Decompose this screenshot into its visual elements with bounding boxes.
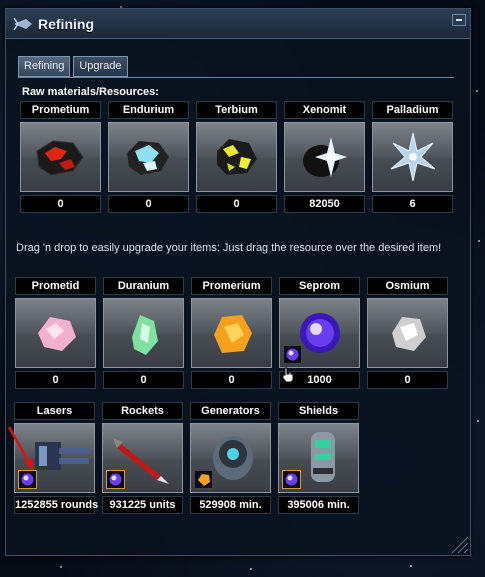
resource-endurium[interactable]: Endurium 0 (108, 101, 189, 213)
tab-refining[interactable]: Refining (18, 56, 71, 77)
resource-count: 0 (103, 371, 184, 389)
promerium-crystal-icon[interactable] (191, 298, 272, 368)
terbium-ore-icon[interactable] (196, 122, 277, 192)
upgrade-rockets[interactable]: Rockets 931225 units (102, 402, 183, 514)
upgrade-slot-promerium[interactable] (194, 470, 213, 489)
resource-prometid[interactable]: Prometid 0 (15, 277, 96, 389)
upgrade-count: 529908 min. (190, 496, 271, 514)
xenomit-ore-icon[interactable] (284, 122, 365, 192)
prometid-crystal-icon[interactable] (15, 298, 96, 368)
raw-materials-label: Raw materials/Resources: (22, 86, 159, 98)
endurium-ore-icon[interactable] (108, 122, 189, 192)
resource-name: Palladium (372, 101, 453, 119)
tab-bar: Refining Upgrade (18, 56, 128, 77)
tab-underline (18, 77, 454, 78)
upgrade-slot-seprom[interactable] (282, 470, 301, 489)
upgrade-name: Lasers (14, 402, 95, 420)
resource-xenomit[interactable]: Xenomit 82050 (284, 101, 365, 213)
resource-palladium[interactable]: Palladium 6 (372, 101, 453, 213)
duranium-crystal-icon[interactable] (103, 298, 184, 368)
resource-prometium[interactable]: Prometium 0 (20, 101, 101, 213)
rocket-icon[interactable] (102, 423, 183, 493)
seprom-orb-icon[interactable] (279, 298, 360, 368)
upgrade-generators[interactable]: Generators 529908 min. (190, 402, 271, 514)
prometium-ore-icon[interactable] (20, 122, 101, 192)
resource-name: Duranium (103, 277, 184, 295)
upgrade-count: 1252855 rounds (14, 496, 98, 514)
minimize-button[interactable] (452, 14, 466, 26)
resource-name: Xenomit (284, 101, 365, 119)
upgrade-name: Shields (278, 402, 359, 420)
spaceship-icon (13, 17, 32, 31)
resource-count: 0 (367, 371, 448, 389)
hand-cursor-icon (282, 367, 294, 383)
resource-count: 0 (196, 195, 277, 213)
shield-generator-icon[interactable] (278, 423, 359, 493)
resource-name: Osmium (367, 277, 448, 295)
upgrade-slot-seprom[interactable] (18, 470, 37, 489)
resource-count: 0 (15, 371, 96, 389)
red-arrow-icon (7, 426, 33, 470)
window-titlebar[interactable]: Refining (6, 9, 470, 39)
resource-count: 0 (108, 195, 189, 213)
resource-count: 0 (20, 195, 101, 213)
generator-icon[interactable] (190, 423, 271, 493)
drag-drop-hint: Drag 'n drop to easily upgrade your item… (16, 242, 442, 254)
upgrade-count: 931225 units (102, 496, 183, 514)
resource-count: 82050 (284, 195, 365, 213)
resource-count: 6 (372, 195, 453, 213)
window-title: Refining (38, 16, 94, 32)
upgrade-count: 395006 min. (278, 496, 359, 514)
osmium-crystal-icon[interactable] (367, 298, 448, 368)
resource-name: Prometium (20, 101, 101, 119)
resource-name: Seprom (279, 277, 360, 295)
resource-duranium[interactable]: Duranium 0 (103, 277, 184, 389)
resource-name: Terbium (196, 101, 277, 119)
resource-name: Endurium (108, 101, 189, 119)
upgrade-name: Rockets (102, 402, 183, 420)
resource-osmium[interactable]: Osmium 0 (367, 277, 448, 389)
palladium-crystal-icon[interactable] (372, 122, 453, 192)
upgrade-name: Generators (190, 402, 271, 420)
resize-corner-icon[interactable] (448, 533, 470, 555)
upgrade-shields[interactable]: Shields 395006 min. (278, 402, 359, 514)
resource-name: Prometid (15, 277, 96, 295)
tab-upgrade[interactable]: Upgrade (73, 56, 128, 77)
resource-terbium[interactable]: Terbium 0 (196, 101, 277, 213)
resource-name: Promerium (191, 277, 272, 295)
resource-count: 0 (191, 371, 272, 389)
upgrade-slot-seprom[interactable] (106, 470, 125, 489)
resource-promerium[interactable]: Promerium 0 (191, 277, 272, 389)
seprom-drag-handle[interactable] (283, 345, 302, 364)
